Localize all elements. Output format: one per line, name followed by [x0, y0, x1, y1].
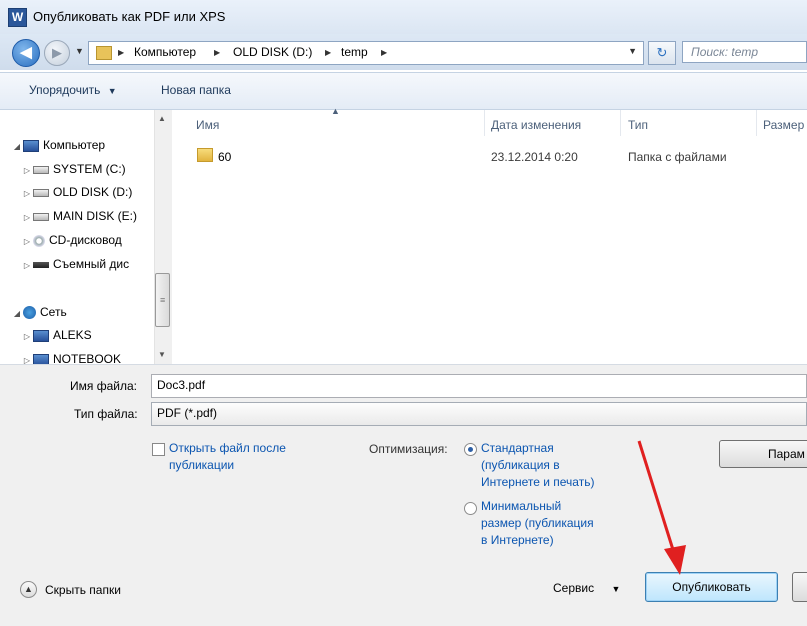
- annotation-arrow-head: [664, 545, 686, 575]
- annotation-arrow-shaft: [637, 440, 676, 554]
- annotation-arrow: [637, 440, 686, 575]
